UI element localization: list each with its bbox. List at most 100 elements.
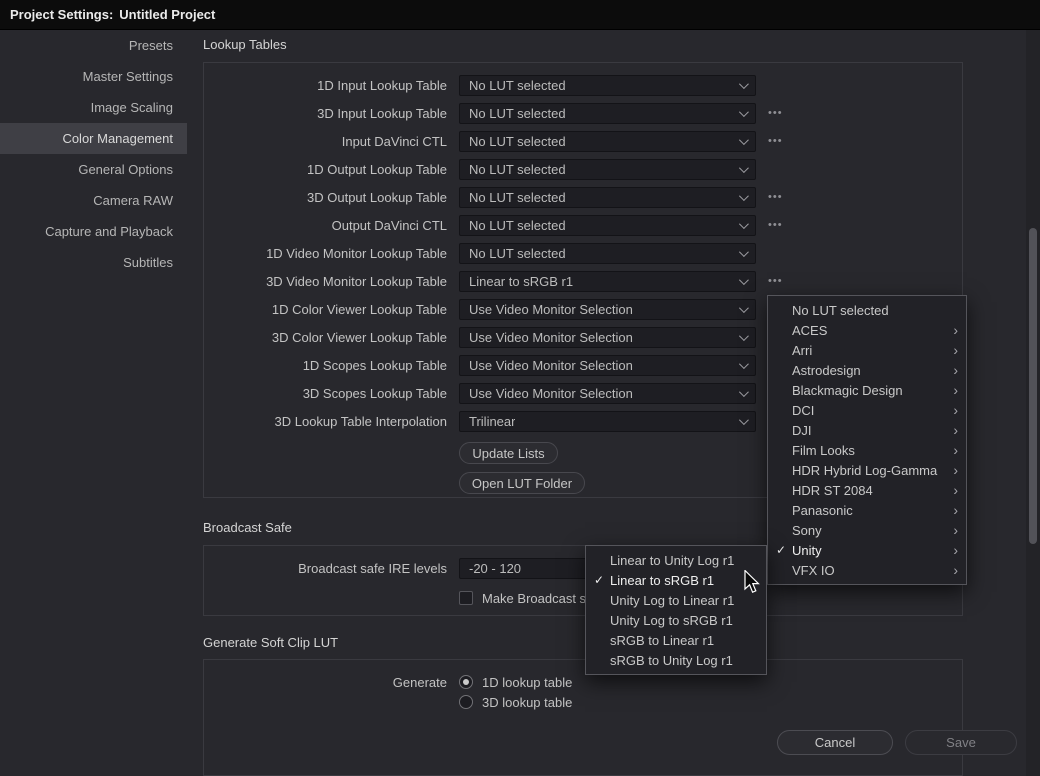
chevron-down-icon	[739, 107, 749, 117]
menu-item-aces[interactable]: ACES ›	[768, 320, 966, 340]
menu-item-dci[interactable]: DCI ›	[768, 400, 966, 420]
menu-item-label: Linear to Unity Log r1	[610, 553, 734, 568]
menu-item-film-looks[interactable]: Film Looks ›	[768, 440, 966, 460]
row-label: 3D Scopes Lookup Table	[204, 386, 447, 401]
menu-item-dji[interactable]: DJI ›	[768, 420, 966, 440]
dropdown-value: No LUT selected	[469, 218, 566, 233]
chevron-down-icon	[739, 135, 749, 145]
menu-item-label: HDR Hybrid Log-Gamma	[792, 463, 937, 478]
menu-item-arri[interactable]: Arri ›	[768, 340, 966, 360]
submenu-item-srgb-to-unity-log[interactable]: sRGB to Unity Log r1	[586, 650, 766, 670]
menu-item-no-lut[interactable]: No LUT selected	[768, 300, 966, 320]
dropdown-1d-scopes-lut[interactable]: Use Video Monitor Selection	[459, 355, 756, 376]
submenu-arrow-icon: ›	[953, 423, 958, 437]
dropdown-3d-input-lut[interactable]: No LUT selected	[459, 103, 756, 124]
more-options-button[interactable]: •••	[768, 191, 783, 203]
sidebar-item-capture-playback[interactable]: Capture and Playback	[0, 216, 187, 247]
menu-item-label: Sony	[792, 523, 822, 538]
menu-item-panasonic[interactable]: Panasonic ›	[768, 500, 966, 520]
radio-1d-lookup-table[interactable]	[459, 675, 473, 689]
submenu-arrow-icon: ›	[953, 403, 958, 417]
submenu-arrow-icon: ›	[953, 363, 958, 377]
menu-item-label: Unity	[792, 543, 822, 558]
dropdown-3d-color-viewer-lut[interactable]: Use Video Monitor Selection	[459, 327, 756, 348]
cancel-button[interactable]: Cancel	[777, 730, 893, 755]
more-options-button[interactable]: •••	[768, 107, 783, 119]
dropdown-3d-video-monitor-lut[interactable]: Linear to sRGB r1	[459, 271, 756, 292]
submenu-item-linear-to-srgb[interactable]: ✓ Linear to sRGB r1	[586, 570, 766, 590]
sidebar-item-color-management[interactable]: Color Management	[0, 123, 187, 154]
menu-item-hdr-hybrid-log-gamma[interactable]: HDR Hybrid Log-Gamma ›	[768, 460, 966, 480]
menu-item-label: sRGB to Unity Log r1	[610, 653, 733, 668]
menu-item-vfx-io[interactable]: VFX IO ›	[768, 560, 966, 580]
submenu-arrow-icon: ›	[953, 503, 958, 517]
sidebar-item-subtitles[interactable]: Subtitles	[0, 247, 187, 278]
dropdown-3d-scopes-lut[interactable]: Use Video Monitor Selection	[459, 383, 756, 404]
dropdown-1d-input-lut[interactable]: No LUT selected	[459, 75, 756, 96]
update-lists-button[interactable]: Update Lists	[459, 442, 558, 464]
lut-row-input-ctl: Input DaVinci CTL No LUT selected •••	[204, 127, 962, 155]
dropdown-value: No LUT selected	[469, 134, 566, 149]
menu-item-sony[interactable]: Sony ›	[768, 520, 966, 540]
more-options-button[interactable]: •••	[768, 219, 783, 231]
submenu-arrow-icon: ›	[953, 523, 958, 537]
radio-label: 3D lookup table	[482, 695, 572, 710]
menu-item-unity[interactable]: ✓ Unity ›	[768, 540, 966, 560]
row-label: 3D Video Monitor Lookup Table	[204, 274, 447, 289]
menu-item-label: Unity Log to sRGB r1	[610, 613, 733, 628]
title-bar: Project Settings: Untitled Project	[0, 0, 1040, 30]
menu-item-blackmagic-design[interactable]: Blackmagic Design ›	[768, 380, 966, 400]
dropdown-1d-color-viewer-lut[interactable]: Use Video Monitor Selection	[459, 299, 756, 320]
menu-item-label: Arri	[792, 343, 812, 358]
submenu-arrow-icon: ›	[953, 483, 958, 497]
row-label: 1D Output Lookup Table	[204, 162, 447, 177]
more-options-button[interactable]: •••	[768, 275, 783, 287]
dropdown-1d-output-lut[interactable]: No LUT selected	[459, 159, 756, 180]
submenu-item-linear-to-unity-log[interactable]: Linear to Unity Log r1	[586, 550, 766, 570]
dropdown-input-davinci-ctl[interactable]: No LUT selected	[459, 131, 756, 152]
radio-label: 1D lookup table	[482, 675, 572, 690]
sidebar-item-general-options[interactable]: General Options	[0, 154, 187, 185]
submenu-arrow-icon: ›	[953, 463, 958, 477]
dropdown-1d-video-monitor-lut[interactable]: No LUT selected	[459, 243, 756, 264]
save-button[interactable]: Save	[905, 730, 1017, 755]
dropdown-3d-lut-interpolation[interactable]: Trilinear	[459, 411, 756, 432]
submenu-item-srgb-to-linear[interactable]: sRGB to Linear r1	[586, 630, 766, 650]
dropdown-value: No LUT selected	[469, 190, 566, 205]
make-broadcast-safe-checkbox[interactable]	[459, 591, 473, 605]
menu-item-label: Blackmagic Design	[792, 383, 903, 398]
dropdown-value: Trilinear	[469, 414, 515, 429]
row-label: 3D Color Viewer Lookup Table	[204, 330, 447, 345]
dropdown-value: -20 - 120	[469, 561, 521, 576]
sidebar-item-image-scaling[interactable]: Image Scaling	[0, 92, 187, 123]
submenu-item-unity-log-to-linear[interactable]: Unity Log to Linear r1	[586, 590, 766, 610]
sidebar-item-master-settings[interactable]: Master Settings	[0, 61, 187, 92]
row-label: Broadcast safe IRE levels	[204, 561, 447, 576]
more-options-button[interactable]: •••	[768, 135, 783, 147]
menu-item-label: DCI	[792, 403, 814, 418]
menu-item-label: HDR ST 2084	[792, 483, 873, 498]
radio-3d-lookup-table[interactable]	[459, 695, 473, 709]
menu-item-astrodesign[interactable]: Astrodesign ›	[768, 360, 966, 380]
open-lut-folder-button[interactable]: Open LUT Folder	[459, 472, 585, 494]
chevron-down-icon	[739, 275, 749, 285]
sidebar-item-presets[interactable]: Presets	[0, 30, 187, 61]
dropdown-3d-output-lut[interactable]: No LUT selected	[459, 187, 756, 208]
scrollbar-thumb[interactable]	[1029, 228, 1037, 544]
sidebar-item-camera-raw[interactable]: Camera RAW	[0, 185, 187, 216]
dropdown-output-davinci-ctl[interactable]: No LUT selected	[459, 215, 756, 236]
lut-row-1d-input: 1D Input Lookup Table No LUT selected	[204, 71, 962, 99]
row-label: Output DaVinci CTL	[204, 218, 447, 233]
row-label: 1D Color Viewer Lookup Table	[204, 302, 447, 317]
chevron-down-icon	[739, 415, 749, 425]
dropdown-value: Linear to sRGB r1	[469, 274, 573, 289]
scrollbar-track[interactable]	[1026, 30, 1040, 776]
submenu-arrow-icon: ›	[953, 383, 958, 397]
submenu-item-unity-log-to-srgb[interactable]: Unity Log to sRGB r1	[586, 610, 766, 630]
menu-item-label: Astrodesign	[792, 363, 861, 378]
menu-item-hdr-st-2084[interactable]: HDR ST 2084 ›	[768, 480, 966, 500]
dialog-title: Project Settings:	[10, 7, 113, 22]
row-label: 3D Lookup Table Interpolation	[204, 414, 447, 429]
menu-item-label: VFX IO	[792, 563, 835, 578]
chevron-down-icon	[739, 163, 749, 173]
